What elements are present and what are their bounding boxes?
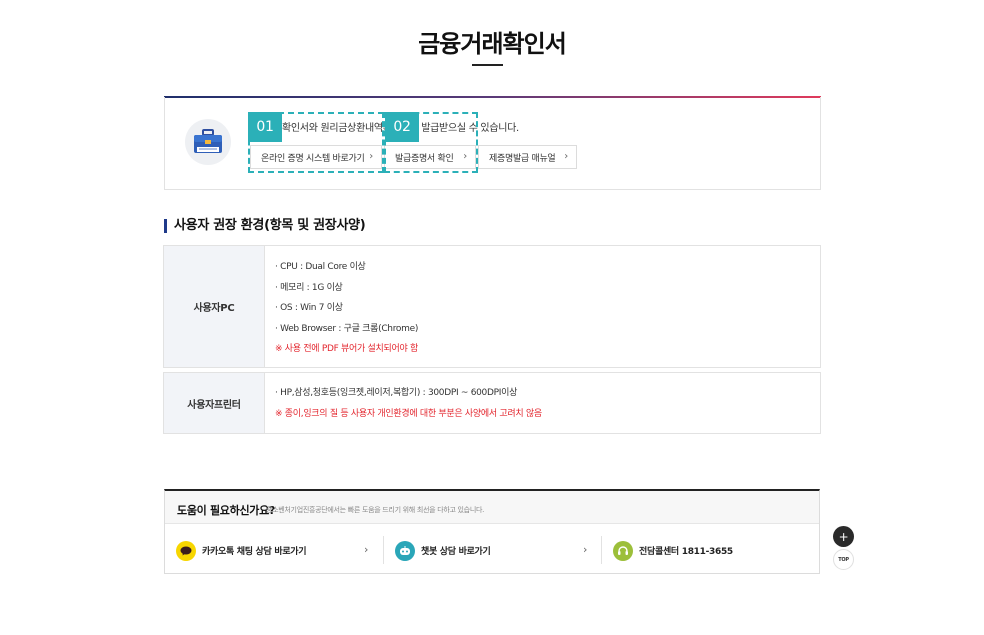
chevron-right-icon: › — [564, 151, 568, 162]
chatbot-icon — [395, 540, 415, 561]
spec-item: · OS : Win 7 이상 — [275, 303, 343, 313]
help-title: 도움이 필요하신가요? — [177, 504, 275, 517]
help-subtitle: 중소벤처기업진흥공단에서는 빠른 도움을 드리기 위해 최선을 다하고 있습니다… — [266, 506, 485, 514]
spec-row-printer: 사용자프린터 · HP,삼성,청호등(잉크젯,레이저,복합기) : 300DPI… — [163, 372, 821, 434]
section-title: 사용자 권장 환경(항목 및 권장사양) — [164, 219, 366, 233]
help-item-label: 카카오톡 채팅 상담 바로가기 — [202, 547, 307, 557]
help-box: 도움이 필요하신가요? 중소벤처기업진흥공단에서는 빠른 도움을 드리기 위해 … — [164, 489, 820, 574]
spec-warning: ※ 종이,잉크의 질 등 사용자 개인환경에 대한 부분은 사양에서 고려치 않… — [275, 408, 542, 419]
chatbot-consult-link[interactable]: 챗봇 상담 바로가기 — [395, 538, 491, 563]
spec-item: · Web Browser : 구글 크롬(Chrome) — [275, 323, 419, 334]
link-label: 제증명발급 매뉴얼 — [489, 153, 556, 164]
spec-row-pc: 사용자PC · CPU : Dual Core 이상 · 메모리 : 1G 이상… — [163, 245, 821, 368]
spec-warning: ※ 사용 전에 PDF 뷰어가 설치되어야 함 — [275, 344, 418, 354]
headset-icon — [613, 540, 633, 561]
kakaotalk-icon — [176, 540, 196, 561]
chevron-right-icon: › — [364, 543, 369, 556]
divider — [601, 536, 602, 564]
spec-label: 사용자프린터 — [164, 373, 265, 433]
spec-item: · 메모리 : 1G 이상 — [275, 282, 343, 293]
scroll-top-button[interactable]: TOP — [833, 549, 854, 570]
spec-list: · HP,삼성,청호등(잉크젯,레이저,복합기) : 300DPI ~ 600D… — [275, 383, 542, 424]
call-center-contact[interactable]: 전담콜센터 1811-3655 — [613, 538, 733, 563]
spec-item: · HP,삼성,청호등(잉크젯,레이저,복합기) : 300DPI ~ 600D… — [275, 388, 518, 398]
step-01-badge: 01 — [248, 112, 282, 142]
help-item-label: 전담콜센터 1811-3655 — [639, 547, 733, 557]
divider — [383, 536, 384, 564]
plus-icon[interactable]: + — [833, 526, 854, 547]
spec-label: 사용자PC — [164, 246, 265, 367]
page-title: 금융거래확인서 — [418, 30, 567, 58]
chevron-right-icon: › — [583, 543, 588, 556]
kakaotalk-consult-link[interactable]: 카카오톡 채팅 상담 바로가기 — [176, 538, 307, 563]
spec-list: · CPU : Dual Core 이상 · 메모리 : 1G 이상 · OS … — [275, 257, 418, 360]
help-item-label: 챗봇 상담 바로가기 — [421, 547, 491, 557]
certificate-manual-link[interactable]: 제증명발급 매뉴얼 › — [478, 145, 577, 169]
step-02-badge: 02 — [385, 112, 419, 142]
briefcase-icon — [185, 119, 231, 165]
title-underline — [472, 64, 503, 66]
help-header: 도움이 필요하신가요? 중소벤처기업진흥공단에서는 빠른 도움을 드리기 위해 … — [165, 491, 819, 524]
spec-item: · CPU : Dual Core 이상 — [275, 262, 366, 272]
